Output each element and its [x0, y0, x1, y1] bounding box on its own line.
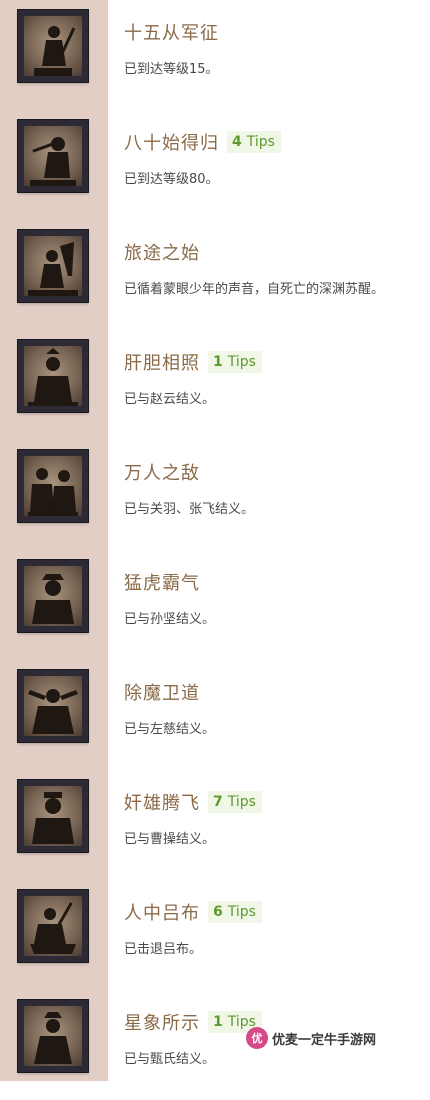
- achievement-description: 已与甄氏结义。: [124, 1052, 216, 1067]
- tips-badge[interactable]: 7 Tips: [208, 791, 262, 813]
- achievement-row[interactable]: 肝胆相照 1 Tips 已与赵云结义。: [0, 330, 430, 440]
- achievement-description: 已与孙坚结义。: [124, 612, 216, 627]
- cao-cao-portrait-icon: [24, 786, 82, 846]
- achievement-icon-frame: [18, 10, 88, 82]
- achievement-title: 猛虎霸气: [124, 573, 200, 594]
- achievement-title: 星象所示: [124, 1013, 200, 1034]
- zhen-shi-portrait-icon: [24, 1006, 82, 1066]
- zhao-yun-portrait-icon: [24, 346, 82, 406]
- achievement-description: 已循着蒙眼少年的声音，自死亡的深渊苏醒。: [124, 282, 385, 297]
- achievement-icon-frame: [18, 890, 88, 962]
- warrior-portrait-icon: [24, 16, 82, 76]
- tips-label: Tips: [227, 794, 256, 810]
- achievement-row[interactable]: 猛虎霸气 已与孙坚结义。: [0, 550, 430, 660]
- achievement-description: 已与关羽、张飞结义。: [124, 502, 255, 517]
- achievement-icon-frame: [18, 230, 88, 302]
- achievement-description: 已到达等级80。: [124, 172, 219, 187]
- watermark-text: 优麦一定牛手游网: [272, 1032, 377, 1048]
- achievement-title: 十五从军征: [124, 23, 219, 44]
- achievement-description: 已与曹操结义。: [124, 832, 216, 847]
- achievement-description: 已与左慈结义。: [124, 722, 216, 737]
- achievement-row[interactable]: 旅途之始 已循着蒙眼少年的声音，自死亡的深渊苏醒。: [0, 220, 430, 330]
- achievement-title: 除魔卫道: [124, 683, 200, 704]
- achievement-row[interactable]: 八十始得归 4 Tips 已到达等级80。: [0, 110, 430, 220]
- achievement-row[interactable]: 十五从军征 已到达等级15。: [0, 0, 430, 110]
- achievement-title: 奸雄腾飞: [124, 793, 200, 814]
- veteran-portrait-icon: [24, 126, 82, 186]
- achievement-row[interactable]: 奸雄腾飞 7 Tips 已与曹操结义。: [0, 770, 430, 880]
- guan-zhang-portrait-icon: [24, 456, 82, 516]
- tips-count: 1: [213, 354, 223, 370]
- achievement-title: 旅途之始: [124, 243, 200, 264]
- achievement-description: 已到达等级15。: [124, 62, 219, 77]
- tips-count: 7: [213, 794, 223, 810]
- zuo-ci-portrait-icon: [24, 676, 82, 736]
- achievement-icon-frame: [18, 780, 88, 852]
- achievement-title: 八十始得归: [124, 133, 219, 154]
- achievement-icon-frame: [18, 670, 88, 742]
- tips-label: Tips: [246, 134, 275, 150]
- tips-label: Tips: [227, 904, 256, 920]
- achievement-icon-frame: [18, 340, 88, 412]
- achievement-description: 已击退吕布。: [124, 942, 203, 957]
- tips-badge[interactable]: 1 Tips: [208, 351, 262, 373]
- site-watermark: 优 优麦一定牛手游网: [246, 1026, 376, 1050]
- tips-count: 6: [213, 904, 223, 920]
- tips-badge[interactable]: 4 Tips: [227, 131, 281, 153]
- achievement-icon-frame: [18, 1000, 88, 1072]
- achievement-row[interactable]: 除魔卫道 已与左慈结义。: [0, 660, 430, 770]
- achievement-description: 已与赵云结义。: [124, 392, 216, 407]
- achievement-icon-frame: [18, 450, 88, 522]
- tips-count: 1: [213, 1014, 223, 1030]
- achievement-icon-frame: [18, 120, 88, 192]
- tips-count: 4: [232, 134, 242, 150]
- achievement-title: 肝胆相照: [124, 353, 200, 374]
- sun-jian-portrait-icon: [24, 566, 82, 626]
- tips-label: Tips: [227, 354, 256, 370]
- achievement-row[interactable]: 人中吕布 6 Tips 已击退吕布。: [0, 880, 430, 990]
- lu-bu-portrait-icon: [24, 896, 82, 956]
- achievement-title: 人中吕布: [124, 903, 200, 924]
- tips-badge[interactable]: 6 Tips: [208, 901, 262, 923]
- achievement-title: 万人之敌: [124, 463, 200, 484]
- achievement-icon-frame: [18, 560, 88, 632]
- achievement-row[interactable]: 万人之敌 已与关羽、张飞结义。: [0, 440, 430, 550]
- journey-portrait-icon: [24, 236, 82, 296]
- watermark-logo-icon: 优: [246, 1027, 268, 1049]
